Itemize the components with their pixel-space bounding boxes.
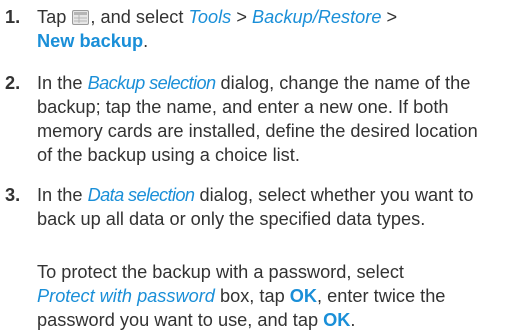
step-3-line-1: In the Data selection dialog, select whe…: [0, 183, 513, 207]
note-line-3: password you want to use, and tap OK.: [0, 308, 513, 332]
note-text: .: [350, 310, 356, 330]
step-number: 2.: [5, 73, 21, 93]
note-text: , enter twice the: [317, 286, 446, 306]
step-text: , and select: [90, 7, 184, 27]
step-2-line-4: of the backup using a choice list.: [37, 145, 300, 165]
step-1-line-2: New backup.: [0, 29, 513, 53]
ok-button-label[interactable]: OK: [323, 310, 350, 330]
step-3-line-2: back up all data or only the specified d…: [37, 209, 426, 229]
data-selection-dialog-name[interactable]: Data selection: [88, 185, 195, 205]
step-text: dialog, select whether you want to: [199, 185, 474, 205]
new-backup-command[interactable]: New backup: [37, 31, 143, 51]
protect-with-password-option[interactable]: Protect with password: [37, 286, 215, 306]
ok-button-label[interactable]: OK: [290, 286, 317, 306]
step-2: 2. In the Backup selection dialog, chang…: [0, 71, 513, 167]
note-line-2: Protect with password box, tap OK, enter…: [0, 284, 513, 308]
step-2-line-3: memory cards are installed, define the d…: [37, 121, 478, 141]
step-1-line-1: Tap , and select Tools > Backup/Restore …: [0, 5, 513, 29]
instruction-page: 1. Tap , and select Tools > Backup/Resto…: [0, 0, 513, 336]
backup-selection-dialog-name[interactable]: Backup selection: [88, 73, 217, 93]
step-2-line-2: backup; tap the name, and enter a new on…: [37, 97, 449, 117]
step-1: 1. Tap , and select Tools > Backup/Resto…: [0, 5, 513, 53]
password-note: To protect the backup with a password, s…: [0, 260, 513, 332]
step-2-line-1: In the Backup selection dialog, change t…: [0, 71, 513, 95]
step-text: In the: [37, 185, 83, 205]
backup-restore-link[interactable]: Backup/Restore: [252, 7, 381, 27]
step-text: In the: [37, 73, 83, 93]
step-text: dialog, change the name of the: [220, 73, 471, 93]
tools-link[interactable]: Tools: [188, 7, 231, 27]
breadcrumb-separator: >: [236, 7, 247, 27]
menu-grid-icon: [72, 10, 90, 25]
step-number: 1.: [5, 7, 21, 27]
note-text: box, tap: [219, 286, 285, 306]
step-3: 3. In the Data selection dialog, select …: [0, 183, 513, 231]
step-text: Tap: [37, 7, 67, 27]
step-text: .: [143, 31, 149, 51]
step-number: 3.: [5, 185, 21, 205]
breadcrumb-separator: >: [386, 7, 398, 27]
note-line-1: To protect the backup with a password, s…: [37, 262, 404, 282]
note-text: password you want to use, and tap: [37, 310, 319, 330]
